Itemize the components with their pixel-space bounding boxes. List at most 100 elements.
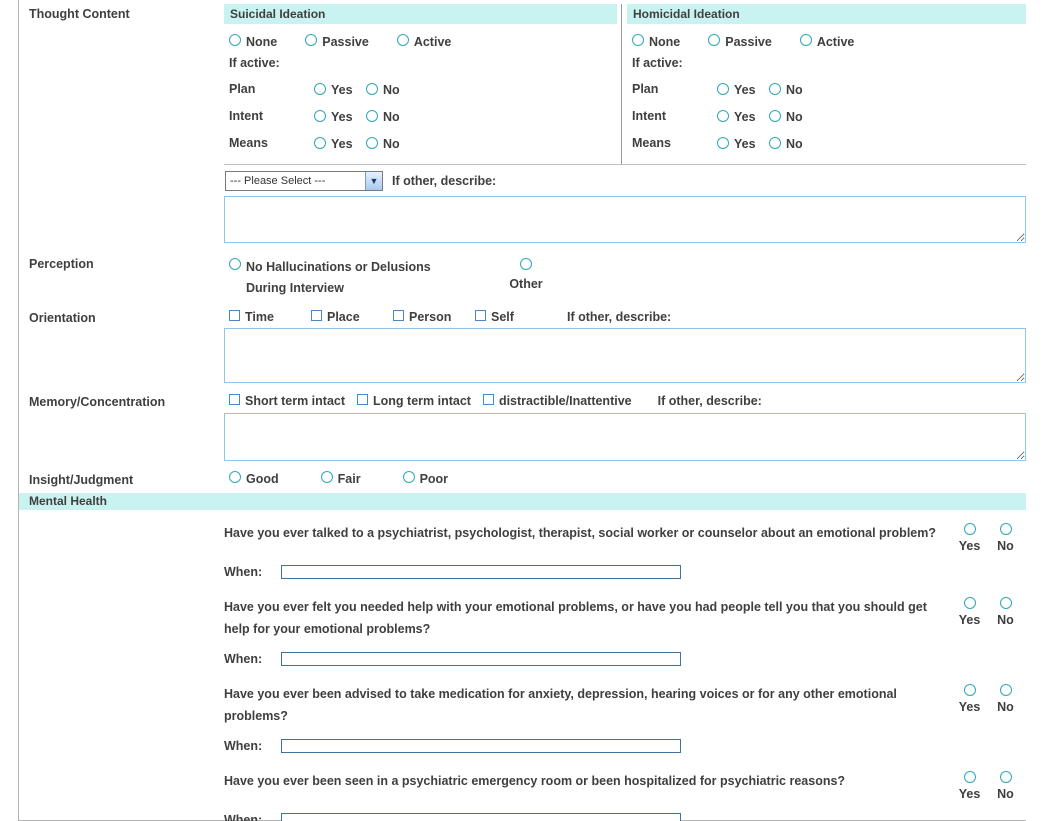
suicidal-intent-yes-radio[interactable] [314, 110, 326, 122]
suicidal-active-radio[interactable] [397, 34, 409, 46]
memory-if-other-label: If other, describe: [658, 394, 762, 408]
homicidal-intent-no-option[interactable]: No [769, 107, 803, 124]
homicidal-plan-yes-radio[interactable] [717, 83, 729, 95]
no-hallucinations-option[interactable]: No Hallucinations or Delusions During In… [229, 257, 497, 299]
q4-yes-radio[interactable] [964, 771, 976, 783]
homicidal-plan-yes-option[interactable]: Yes [717, 80, 769, 97]
homicidal-plan-no-radio[interactable] [769, 83, 781, 95]
homicidal-none-radio[interactable] [632, 34, 644, 46]
orientation-if-other-label: If other, describe: [567, 310, 671, 324]
homicidal-means-no-option[interactable]: No [769, 134, 803, 151]
orientation-self-option[interactable]: Self [475, 308, 557, 324]
insight-poor-radio[interactable] [403, 471, 415, 483]
suicidal-intent-no-radio[interactable] [366, 110, 378, 122]
mental-health-section-header: Mental Health [19, 493, 1026, 510]
q1-no-option[interactable]: No [991, 522, 1020, 553]
orientation-person-option[interactable]: Person [393, 308, 475, 324]
perception-other-radio[interactable] [520, 258, 532, 270]
memory-describe-textarea[interactable] [224, 413, 1026, 461]
q2-no-option[interactable]: No [991, 596, 1020, 627]
long-term-intact-checkbox[interactable] [357, 394, 368, 405]
q4-yes-option[interactable]: Yes [955, 770, 984, 801]
short-term-intact-option[interactable]: Short term intact [229, 392, 345, 408]
q1-when-input[interactable] [281, 565, 681, 579]
q3-when-row: When: [224, 739, 1020, 753]
suicidal-means-yes-radio[interactable] [314, 137, 326, 149]
section-label-perception: Perception [19, 254, 224, 299]
suicidal-passive-radio[interactable] [305, 34, 317, 46]
q3-no-option[interactable]: No [991, 683, 1020, 714]
distractible-inattentive-checkbox[interactable] [483, 394, 494, 405]
insight-poor-option[interactable]: Poor [403, 470, 448, 486]
orientation-place-checkbox[interactable] [311, 310, 322, 321]
suicidal-active-option[interactable]: Active [397, 33, 452, 49]
question-text: Have you ever felt you needed help with … [224, 596, 955, 640]
q1-yes-radio[interactable] [964, 523, 976, 535]
insight-fair-radio[interactable] [321, 471, 333, 483]
q1-yes-option[interactable]: Yes [955, 522, 984, 553]
q3-yes-radio[interactable] [964, 684, 976, 696]
homicidal-active-option[interactable]: Active [800, 33, 855, 49]
homicidal-means-no-radio[interactable] [769, 137, 781, 149]
short-term-intact-checkbox[interactable] [229, 394, 240, 405]
insight-good-option[interactable]: Good [229, 470, 279, 486]
question-text: Have you ever been advised to take medic… [224, 683, 955, 727]
perception-other-option[interactable]: Other [505, 257, 547, 299]
orientation-time-option[interactable]: Time [229, 308, 311, 324]
suicidal-severity-options: None Passive Active [229, 33, 617, 49]
long-term-intact-option[interactable]: Long term intact [357, 392, 471, 408]
suicidal-intent-row: Intent Yes No [229, 102, 617, 129]
orientation-place-option[interactable]: Place [311, 308, 393, 324]
homicidal-ideation-panel: Homicidal Ideation None Passive [622, 4, 1026, 164]
q2-yes-radio[interactable] [964, 597, 976, 609]
q3-yes-option[interactable]: Yes [955, 683, 984, 714]
q3-no-radio[interactable] [1000, 684, 1012, 696]
q4-no-option[interactable]: No [991, 770, 1020, 801]
question-text: Have you ever been seen in a psychiatric… [224, 770, 955, 792]
q4-no-radio[interactable] [1000, 771, 1012, 783]
memory-concentration-section: Memory/Concentration Short term intact L… [19, 392, 1026, 461]
homicidal-active-radio[interactable] [800, 34, 812, 46]
insight-fair-option[interactable]: Fair [321, 470, 361, 486]
suicidal-means-yes-option[interactable]: Yes [314, 134, 366, 151]
q1-no-radio[interactable] [1000, 523, 1012, 535]
suicidal-intent-yes-option[interactable]: Yes [314, 107, 366, 124]
q2-yes-no-group: Yes No [955, 596, 1020, 627]
homicidal-intent-yes-radio[interactable] [717, 110, 729, 122]
suicidal-means-no-radio[interactable] [366, 137, 378, 149]
mh-question-2: Have you ever felt you needed help with … [224, 596, 1020, 640]
homicidal-intent-no-radio[interactable] [769, 110, 781, 122]
orientation-describe-textarea[interactable] [224, 328, 1026, 383]
suicidal-plan-yes-radio[interactable] [314, 83, 326, 95]
insight-good-radio[interactable] [229, 471, 241, 483]
homicidal-passive-option[interactable]: Passive [708, 33, 772, 49]
suicidal-none-option[interactable]: None [229, 33, 277, 49]
homicidal-means-yes-radio[interactable] [717, 137, 729, 149]
homicidal-intent-yes-option[interactable]: Yes [717, 107, 769, 124]
suicidal-intent-no-option[interactable]: No [366, 107, 400, 124]
homicidal-passive-radio[interactable] [708, 34, 720, 46]
orientation-person-checkbox[interactable] [393, 310, 404, 321]
q2-when-input[interactable] [281, 652, 681, 666]
suicidal-plan-no-option[interactable]: No [366, 80, 400, 97]
q3-when-input[interactable] [281, 739, 681, 753]
q2-no-radio[interactable] [1000, 597, 1012, 609]
ideation-panels: Suicidal Ideation None Passive [224, 4, 1026, 165]
distractible-inattentive-option[interactable]: distractible/Inattentive [483, 392, 632, 408]
suicidal-plan-yes-option[interactable]: Yes [314, 80, 366, 97]
suicidal-passive-option[interactable]: Passive [305, 33, 369, 49]
thought-content-describe-textarea[interactable] [224, 196, 1026, 243]
suicidal-means-no-option[interactable]: No [366, 134, 400, 151]
suicidal-plan-no-radio[interactable] [366, 83, 378, 95]
suicidal-means-row: Means Yes No [229, 129, 617, 156]
q4-when-input[interactable] [281, 813, 681, 821]
no-hallucinations-radio[interactable] [229, 258, 241, 270]
please-select-dropdown[interactable]: --- Please Select --- ▼ [225, 171, 383, 191]
homicidal-none-option[interactable]: None [632, 33, 680, 49]
homicidal-means-yes-option[interactable]: Yes [717, 134, 769, 151]
suicidal-none-radio[interactable] [229, 34, 241, 46]
orientation-time-checkbox[interactable] [229, 310, 240, 321]
orientation-self-checkbox[interactable] [475, 310, 486, 321]
q2-yes-option[interactable]: Yes [955, 596, 984, 627]
homicidal-plan-no-option[interactable]: No [769, 80, 803, 97]
